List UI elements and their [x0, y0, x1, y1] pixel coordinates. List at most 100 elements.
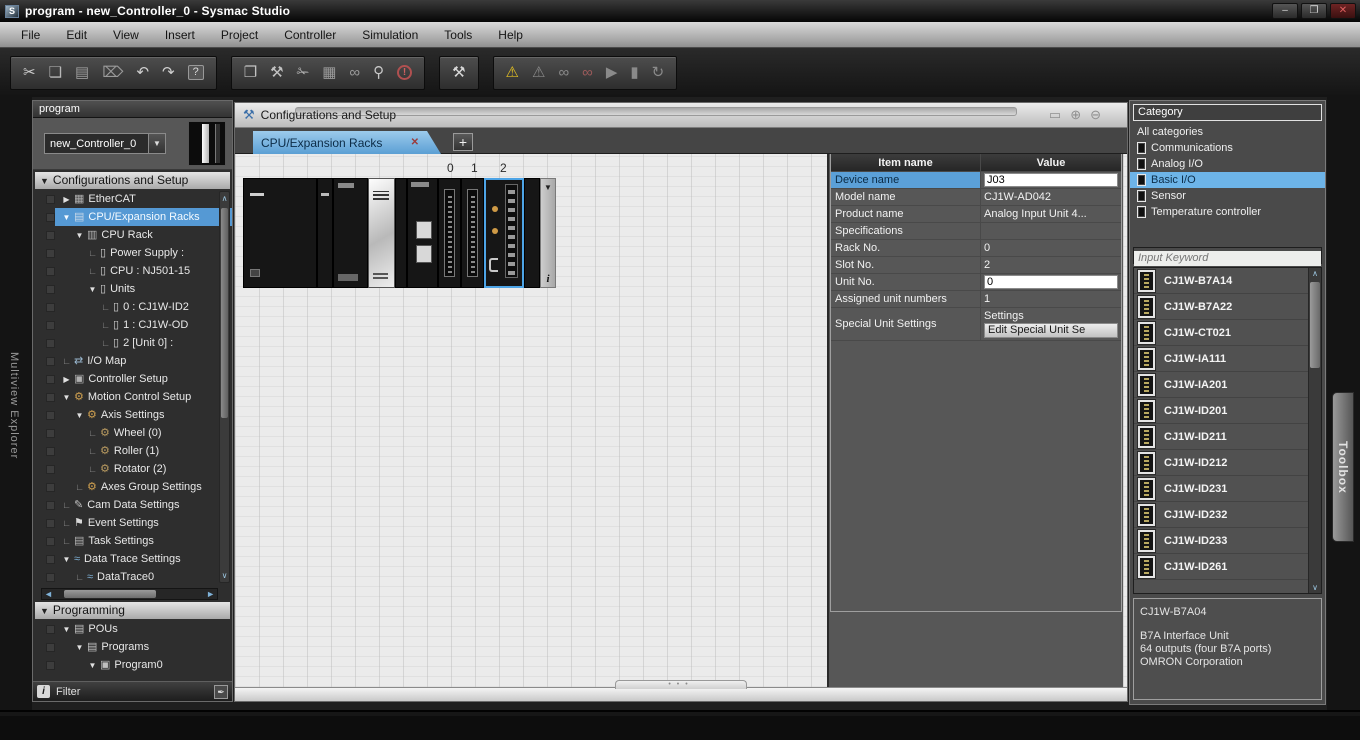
unit-item-cj1w-id261[interactable]: CJ1W-ID261 — [1134, 554, 1321, 580]
collapse-icon[interactable]: ▼ — [73, 643, 86, 652]
go-online-icon[interactable]: ⚠ — [506, 65, 519, 80]
tab-cpu-expansion-racks[interactable]: CPU/Expansion Racks ✕ — [253, 131, 441, 154]
scroll-down-icon[interactable]: ∨ — [220, 571, 229, 580]
tree-item-roller-1[interactable]: ∟⚙Roller (1) — [33, 442, 232, 460]
zoom-out-icon[interactable]: ⊖ — [1090, 107, 1101, 123]
troubleshoot-icon[interactable]: ⚒ — [452, 65, 465, 80]
scroll-down-icon[interactable]: ∨ — [1309, 583, 1321, 592]
tree-item-event-settings[interactable]: ∟⚑Event Settings — [33, 514, 232, 532]
programming-group-header[interactable]: ▼Programming — [35, 602, 230, 619]
fit-to-window-icon[interactable]: ▭ — [1049, 107, 1061, 123]
menu-simulation[interactable]: Simulation — [349, 25, 431, 45]
zoom-in-icon[interactable]: ⊕ — [1070, 107, 1081, 123]
expand-icon[interactable]: ▶ — [60, 195, 73, 204]
search-icon[interactable]: ⚲ — [373, 65, 384, 80]
tree-item-axes-group-settings[interactable]: ∟⚙Axes Group Settings — [33, 478, 232, 496]
scrollbar-thumb[interactable] — [64, 590, 156, 598]
tree-item-wheel-0[interactable]: ∟⚙Wheel (0) — [33, 424, 232, 442]
io-unit-slot-1[interactable] — [461, 178, 484, 288]
collapse-icon[interactable]: ▼ — [86, 285, 99, 294]
cpu-unit[interactable] — [368, 178, 395, 288]
tree-item-cpu-rack[interactable]: ▼▥CPU Rack — [33, 226, 232, 244]
tab-close-icon[interactable]: ✕ — [411, 137, 419, 148]
menu-file[interactable]: File — [8, 25, 53, 45]
end-cover-unit[interactable] — [317, 178, 333, 288]
program-mode-icon[interactable]: ▮ — [630, 65, 638, 80]
scroll-right-icon[interactable]: ► — [206, 589, 215, 599]
category-item-temperature-controller[interactable]: Temperature controller — [1130, 204, 1325, 220]
configurations-group-header[interactable]: ▼Configurations and Setup — [35, 172, 230, 189]
update-icon[interactable]: ? — [188, 65, 204, 80]
run-mode-icon[interactable]: ▶ — [606, 65, 618, 80]
controller-select[interactable]: new_Controller_0 ▼ — [44, 133, 166, 154]
chevron-down-icon[interactable]: ▼ — [541, 183, 555, 192]
tree-item-2-unit-0[interactable]: ∟▯2 [Unit 0] : — [33, 334, 232, 352]
io-map-icon[interactable]: ▦ — [322, 65, 336, 80]
unit-item-cj1w-id232[interactable]: CJ1W-ID232 — [1134, 502, 1321, 528]
restore-button[interactable]: ❐ — [1301, 3, 1327, 19]
tree-item-program0[interactable]: ▼▣Program0 — [33, 656, 232, 674]
category-item-all-categories[interactable]: All categories — [1130, 124, 1325, 140]
collapse-icon[interactable]: ▼ — [60, 625, 73, 634]
cut-icon[interactable]: ✂ — [23, 65, 36, 80]
watch-icon[interactable]: ∞ — [349, 65, 360, 80]
chevron-down-icon[interactable]: ▼ — [148, 134, 165, 153]
build-icon[interactable]: ⚒ — [270, 65, 283, 80]
tree-item-rotator-2[interactable]: ∟⚙Rotator (2) — [33, 460, 232, 478]
tree-item-power-supply[interactable]: ∟▯Power Supply : — [33, 244, 232, 262]
menu-tools[interactable]: Tools — [431, 25, 485, 45]
multiview-explorer-tab[interactable]: Multiview Explorer — [8, 352, 20, 459]
tree-vertical-scrollbar[interactable]: ∧ ∨ — [219, 191, 230, 583]
menu-view[interactable]: View — [100, 25, 152, 45]
scroll-up-icon[interactable]: ∧ — [220, 194, 229, 203]
unit-item-cj1w-id201[interactable]: CJ1W-ID201 — [1134, 398, 1321, 424]
property-input-device-name[interactable] — [984, 173, 1118, 187]
unit-item-cj1w-ia201[interactable]: CJ1W-IA201 — [1134, 372, 1321, 398]
tree-item-motion-control-setup[interactable]: ▼⚙Motion Control Setup — [33, 388, 232, 406]
property-input-unit-no[interactable] — [984, 275, 1118, 289]
io-unit-slot-2-selected[interactable] — [484, 178, 524, 288]
copy-icon[interactable]: ❏ — [49, 65, 62, 80]
scrollbar-thumb[interactable] — [221, 208, 228, 418]
unit-list-scrollbar[interactable]: ∧ ∨ — [1308, 268, 1321, 593]
undo-icon[interactable]: ↶ — [136, 65, 149, 80]
bottom-splitter[interactable]: ••• — [235, 687, 1127, 701]
category-item-communications[interactable]: Communications — [1130, 140, 1325, 156]
unit-item-cj1w-ia111[interactable]: CJ1W-IA111 — [1134, 346, 1321, 372]
collapse-icon[interactable]: ▼ — [60, 555, 73, 564]
export-icon[interactable]: ❐ — [244, 65, 257, 80]
info-icon[interactable]: i — [541, 273, 555, 285]
collapse-icon[interactable]: ▼ — [60, 213, 73, 222]
abort-icon[interactable]: ! — [397, 65, 412, 80]
collapse-icon[interactable]: ▼ — [86, 661, 99, 670]
toolbox-tab[interactable]: Toolbox — [1332, 392, 1354, 542]
splitter-handle[interactable]: ••• — [615, 680, 747, 689]
unit-item-cj1w-id233[interactable]: CJ1W-ID233 — [1134, 528, 1321, 554]
tree-item-controller-setup[interactable]: ▶▣Controller Setup — [33, 370, 232, 388]
synchronize-icon[interactable]: ↻ — [652, 65, 665, 80]
tree-item-0-cj1w-id2[interactable]: ∟▯0 : CJ1W-ID2 — [33, 298, 232, 316]
tree-item-cam-data-settings[interactable]: ∟✎Cam Data Settings — [33, 496, 232, 514]
menu-controller[interactable]: Controller — [271, 25, 349, 45]
menu-insert[interactable]: Insert — [152, 25, 208, 45]
menu-edit[interactable]: Edit — [53, 25, 100, 45]
unit-item-cj1w-id212[interactable]: CJ1W-ID212 — [1134, 450, 1321, 476]
expand-icon[interactable]: ▶ — [60, 375, 73, 384]
tree-item-i-o-map[interactable]: ∟⇄I/O Map — [33, 352, 232, 370]
delete-icon[interactable]: ⌦ — [102, 65, 123, 80]
empty-slot[interactable] — [524, 178, 540, 288]
collapse-icon[interactable]: ▼ — [73, 231, 86, 240]
io-unit-slot-0[interactable] — [438, 178, 461, 288]
stop-monitor-icon[interactable]: ∞ — [582, 65, 593, 80]
go-offline-icon[interactable]: ⚠ — [532, 65, 545, 80]
paste-icon[interactable]: ▤ — [75, 65, 89, 80]
edit-special-unit-settings-button[interactable]: Edit Special Unit Se — [984, 323, 1118, 338]
scroll-up-icon[interactable]: ∧ — [1309, 269, 1321, 278]
keyword-search-input[interactable] — [1134, 251, 1321, 266]
collapse-icon[interactable]: ▼ — [73, 411, 86, 420]
power-supply-unit[interactable] — [243, 178, 317, 288]
scrollbar-thumb[interactable] — [1310, 282, 1320, 368]
bus-unit[interactable] — [395, 178, 407, 288]
check-program-icon[interactable]: ✁ — [297, 65, 310, 80]
ethernet-port-unit[interactable] — [407, 178, 438, 288]
